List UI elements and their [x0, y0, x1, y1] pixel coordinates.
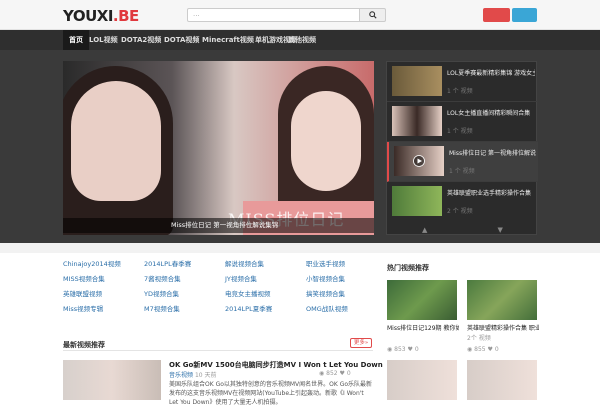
category-link[interactable]: 英雄联盟视频: [63, 288, 102, 298]
sidebar-thumb: [392, 106, 442, 136]
sidebar-item-meta: 1 个 视频: [447, 88, 473, 95]
sidebar-item-meta: 1 个 视频: [449, 168, 475, 175]
hero-caption[interactable]: Miss排位日记 第一视角排位解说集锦: [63, 218, 374, 233]
category-link[interactable]: M7视频合集: [144, 303, 180, 313]
views-count: 855: [474, 346, 486, 353]
article-description: 美国乐队组合OK Go以其独特创意的音乐视频MV闻名世界。OK Go乐队最新发布…: [169, 381, 373, 406]
sidebar-item-meta: 1 个 视频: [447, 128, 473, 135]
nav-item-other[interactable]: 其他视频: [282, 30, 322, 50]
category-link[interactable]: 7酱视频合集: [144, 273, 181, 283]
likes-count: 0: [494, 346, 499, 353]
hero-face-left: [71, 81, 161, 201]
category-link[interactable]: MISS视频合集: [63, 273, 105, 283]
site-logo[interactable]: YOUXI.BE: [63, 7, 139, 25]
category-link[interactable]: YD视频合集: [144, 288, 179, 298]
hot-video-stats: ◉ 853 ♥ 0: [387, 346, 419, 353]
hot-video-thumb[interactable]: [387, 280, 457, 320]
search-placeholder: ...: [193, 10, 200, 18]
category-link[interactable]: OMG战队视频: [306, 303, 348, 313]
top-bar: YOUXI.BE ...: [0, 0, 600, 30]
hot-video-thumb[interactable]: [387, 360, 457, 400]
heart-icon: ♥: [487, 346, 495, 353]
logo-main-text: YOUXI: [63, 7, 113, 25]
category-link[interactable]: JY视频合集: [225, 273, 257, 283]
section-spacer: [0, 243, 600, 253]
article-date: 10 天前: [194, 372, 217, 379]
hero-face-right: [291, 91, 361, 191]
likes-count: 0: [346, 370, 351, 377]
sidebar-item-active[interactable]: Miss排位日记 第一视角排位解说 1 个 视频: [387, 142, 538, 182]
main-nav: 首页 LOL视频 DOTA2视频 DOTA视频 Minecraft视频 单机游戏…: [0, 30, 600, 50]
article-thumb[interactable]: [63, 360, 161, 400]
chevron-up-icon[interactable]: ▲: [422, 226, 427, 234]
latest-section-title: 最新视频推荐: [63, 341, 105, 349]
sidebar-item-title: 英雄联盟职业选手精彩操作合集: [447, 190, 532, 197]
category-link[interactable]: 搞笑视频合集: [306, 288, 345, 298]
category-link[interactable]: 职业选手视频: [306, 258, 345, 268]
login-button[interactable]: [483, 8, 510, 22]
hero-section: MISS排位日记 LOL夏季赛最新精彩集锦 游戏女主播COS专辑 1 个 视频 …: [0, 50, 600, 243]
article-meta: 音乐视频 10 天前 ◉ 852 ♥ 0: [169, 370, 351, 379]
register-button[interactable]: [512, 8, 537, 22]
hot-video-thumb[interactable]: [467, 280, 537, 320]
sidebar-thumb: [392, 66, 442, 96]
sidebar-item-title: Miss排位日记 第一视角排位解说: [449, 150, 537, 157]
heart-icon: ♥: [407, 346, 415, 353]
search-button[interactable]: [360, 8, 386, 22]
sidebar-item-title: LOL夏季赛最新精彩集锦 游戏女主播COS专辑: [447, 70, 535, 77]
hero-slide-image[interactable]: MISS排位日记: [63, 61, 374, 235]
likes-count: 0: [414, 346, 419, 353]
sidebar-arrows: ▲ ▼: [387, 224, 538, 236]
category-link[interactable]: Miss视频专辑: [63, 303, 103, 313]
hot-video-thumb[interactable]: [467, 360, 537, 400]
section-divider: [63, 350, 373, 351]
sidebar-item-meta: 2 个 视频: [447, 208, 473, 215]
sidebar-thumb: [392, 186, 442, 216]
hot-video-caption[interactable]: Miss排位日记129期 教你如何 5杀: [387, 323, 459, 332]
chevron-down-icon[interactable]: ▼: [498, 226, 503, 234]
hero-sidebar-list: LOL夏季赛最新精彩集锦 游戏女主播COS专辑 1 个 视频 LOL女主播直播间…: [386, 61, 538, 236]
views-count: 852: [326, 370, 338, 377]
latest-article[interactable]: OK Go新MV 1500台电脑同步打造MV I Won t Let You D…: [63, 360, 383, 406]
category-link[interactable]: Chinajoy2014视频: [63, 258, 121, 268]
views-count: 853: [394, 346, 406, 353]
sidebar-thumb: [394, 146, 444, 176]
heart-icon: ♥: [339, 370, 347, 377]
category-link[interactable]: 解说视频合集: [225, 258, 264, 268]
category-link[interactable]: 小智视频合集: [306, 273, 345, 283]
article-tag[interactable]: 音乐视频: [169, 372, 193, 379]
logo-tld-text: .BE: [112, 7, 139, 25]
sidebar-item[interactable]: 英雄联盟职业选手精彩操作合集 2 个 视频: [387, 182, 538, 222]
hot-videos-title: 热门视频推荐: [387, 264, 429, 272]
hot-video-stats: ◉ 855 ♥ 0: [467, 346, 499, 353]
hot-video-sub: 2个 视频: [467, 335, 491, 342]
search-input[interactable]: ...: [187, 8, 360, 22]
article-stats: ◉ 852 ♥ 0: [319, 370, 351, 377]
sidebar-item-title: LOL女主播直播间精彩瞬间合集: [447, 110, 531, 117]
article-title[interactable]: OK Go新MV 1500台电脑同步打造MV I Won t Let You D…: [169, 360, 383, 370]
more-button[interactable]: 更多»: [350, 338, 372, 348]
play-icon: [413, 155, 425, 167]
sidebar-item[interactable]: LOL女主播直播间精彩瞬间合集 1 个 视频: [387, 102, 538, 142]
category-link[interactable]: 2014LPL春季赛: [144, 258, 191, 268]
sidebar-item[interactable]: LOL夏季赛最新精彩集锦 游戏女主播COS专辑 1 个 视频: [387, 62, 538, 102]
category-link[interactable]: 电竞女主播视频: [225, 288, 271, 298]
search-icon: [368, 11, 377, 19]
category-link[interactable]: 2014LPL夏季赛: [225, 303, 272, 313]
hot-video-caption[interactable]: 英雄联盟精彩操作合集 职业选手第一视角: [467, 323, 539, 332]
